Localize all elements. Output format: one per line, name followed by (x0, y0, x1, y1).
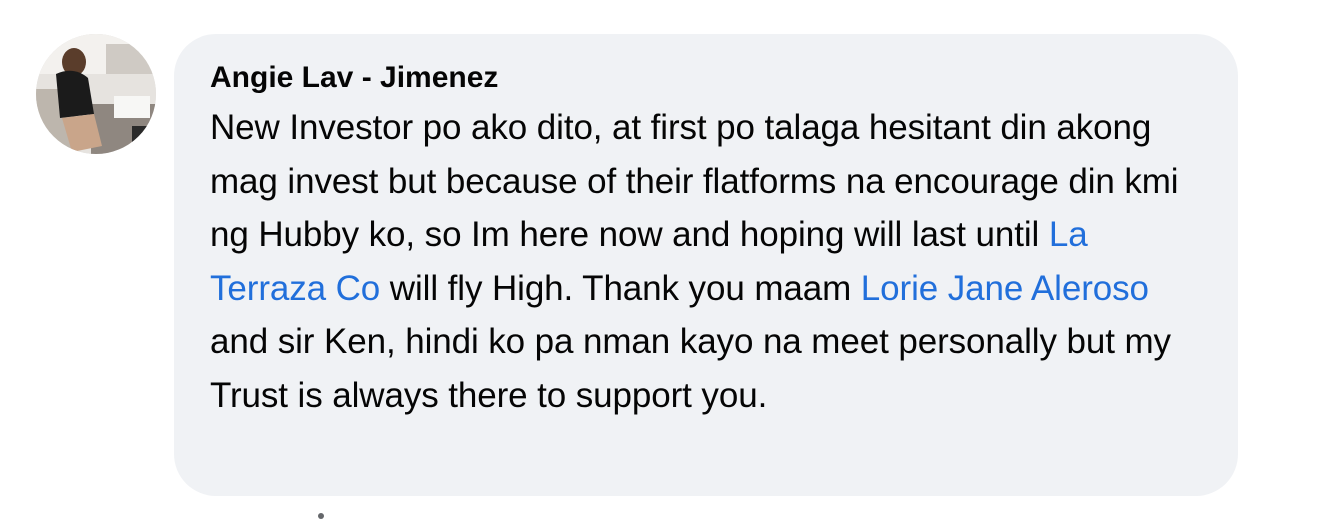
comment-text-part1: New Investor po ako dito, at first po ta… (210, 108, 1179, 254)
comment-bubble: Angie Lav - Jimenez New Investor po ako … (174, 34, 1238, 496)
avatar-photo-icon (36, 34, 156, 154)
mention-link-lorie-jane[interactable]: Lorie Jane Aleroso (861, 269, 1149, 308)
comment-author-name[interactable]: Angie Lav - Jimenez (210, 58, 1202, 98)
avatar[interactable] (36, 34, 156, 154)
comment: Angie Lav - Jimenez New Investor po ako … (36, 34, 1246, 504)
comment-text-part2: will fly High. Thank you maam (380, 268, 861, 308)
comment-body: New Investor po ako dito, at first po ta… (210, 101, 1202, 422)
comment-text-part3: and sir Ken, hindi ko pa nman kayo na me… (210, 322, 1171, 415)
cropped-action-indicator (318, 513, 324, 519)
